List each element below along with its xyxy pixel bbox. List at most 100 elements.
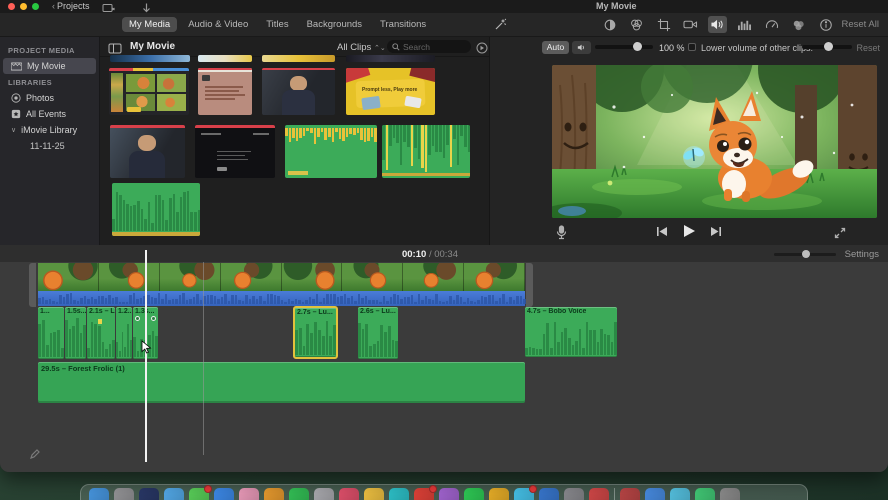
tab-titles[interactable]: Titles: [259, 17, 295, 32]
play-icon[interactable]: [682, 224, 696, 243]
dock-app-icon[interactable]: [670, 488, 690, 500]
reset-all-button[interactable]: Reset All: [842, 19, 880, 30]
media-thumb-audio[interactable]: [112, 183, 200, 236]
color-balance-icon[interactable]: [600, 16, 619, 33]
volume-reset-button[interactable]: Reset: [856, 43, 880, 53]
audio-clip[interactable]: 1.2...: [116, 307, 132, 359]
timeline-zoom-slider[interactable]: [774, 250, 836, 258]
trim-handle-left[interactable]: [29, 263, 36, 307]
audio-clip[interactable]: 2.1s – L...: [87, 307, 115, 359]
media-thumb-partial[interactable]: [110, 55, 190, 62]
noise-reduction-icon[interactable]: [735, 16, 754, 33]
media-thumb-document[interactable]: [198, 68, 252, 115]
tab-transitions[interactable]: Transitions: [373, 17, 433, 32]
filmstrip-frame: [464, 263, 525, 291]
lower-volume-checkbox[interactable]: [688, 43, 696, 51]
dock-app-icon[interactable]: [695, 488, 715, 500]
minimize-icon[interactable]: [20, 3, 27, 10]
audio-clip-selected[interactable]: 2.7s – Lu...: [293, 306, 338, 359]
background-music-clip[interactable]: 29.5s – Forest Frolic (1): [38, 362, 525, 403]
lower-volume-slider[interactable]: [802, 42, 852, 51]
dock-app-icon[interactable]: [620, 488, 640, 500]
close-icon[interactable]: [8, 3, 15, 10]
color-correction-icon[interactable]: [627, 16, 646, 33]
search-input[interactable]: [403, 41, 465, 52]
dock-app-icon[interactable]: [314, 488, 334, 500]
zoom-icon[interactable]: [32, 3, 39, 10]
trim-handle-right[interactable]: [526, 263, 533, 307]
audio-clip[interactable]: 1.5s...: [65, 307, 86, 359]
media-thumb-audio[interactable]: [382, 125, 470, 178]
sidebar-item-all-events[interactable]: All Events: [3, 106, 96, 122]
fade-handle[interactable]: [135, 316, 140, 321]
dock-app-icon[interactable]: [139, 488, 159, 500]
dock-app-icon[interactable]: [514, 485, 537, 500]
mute-button[interactable]: [572, 41, 591, 54]
volume-slider-knob[interactable]: [633, 42, 642, 51]
dock-app-icon[interactable]: [720, 488, 740, 500]
dock-app-icon[interactable]: [539, 488, 559, 500]
dock-app-icon[interactable]: [114, 488, 134, 500]
media-thumb-partial[interactable]: [198, 55, 252, 62]
timeline-zoom-knob[interactable]: [802, 250, 810, 258]
media-thumb-partial[interactable]: [346, 55, 435, 62]
autoplay-circle-icon[interactable]: [476, 41, 488, 59]
sidebar-item-event-date[interactable]: 11-11-25: [0, 138, 99, 154]
skip-back-icon[interactable]: [656, 224, 668, 242]
projects-back-button[interactable]: ‹ Projects: [52, 1, 90, 11]
auto-volume-button[interactable]: Auto: [542, 41, 569, 54]
enhance-wand-icon[interactable]: [493, 18, 507, 37]
dock-app-icon[interactable]: [264, 488, 284, 500]
edit-tool-icon[interactable]: [30, 446, 40, 464]
dock-app-icon[interactable]: [589, 488, 609, 500]
dock-app-icon[interactable]: [239, 488, 259, 500]
media-thumb-screen-recording[interactable]: [109, 68, 189, 115]
search-field[interactable]: [387, 40, 471, 53]
media-thumb-terminal[interactable]: [195, 125, 275, 178]
skip-forward-icon[interactable]: [710, 224, 722, 242]
dock-app-icon[interactable]: [89, 488, 109, 500]
dock-app-icon[interactable]: [645, 488, 665, 500]
audio-clip-bobo[interactable]: 4.7s – Bobo Voice: [525, 307, 617, 357]
tab-backgrounds[interactable]: Backgrounds: [300, 17, 369, 32]
info-icon[interactable]: [816, 16, 835, 33]
preview-viewer[interactable]: [552, 65, 877, 218]
audio-clip[interactable]: 2.6s – Lu...: [358, 307, 398, 359]
volume-icon[interactable]: [708, 16, 727, 33]
speed-icon[interactable]: [762, 16, 781, 33]
dock-app-icon[interactable]: [389, 488, 409, 500]
fade-handle[interactable]: [151, 316, 156, 321]
dock-app-icon[interactable]: [339, 488, 359, 500]
video-clip-audio-strip[interactable]: [38, 291, 526, 306]
dock-app-icon[interactable]: [364, 488, 384, 500]
tab-my-media[interactable]: My Media: [122, 17, 178, 32]
crop-icon[interactable]: [654, 16, 673, 33]
fullscreen-icon[interactable]: [834, 226, 846, 244]
timeline-settings-button[interactable]: Settings: [845, 249, 879, 260]
media-thumb-audio[interactable]: [285, 125, 377, 178]
all-clips-dropdown[interactable]: All Clips ⌃⌄: [337, 42, 386, 53]
video-clip-filmstrip[interactable]: [38, 263, 525, 291]
stabilization-icon[interactable]: [681, 16, 700, 33]
sidebar-item-photos[interactable]: Photos: [3, 90, 96, 106]
dock-app-icon[interactable]: [164, 488, 184, 500]
media-thumb-slide[interactable]: Prompt less, Play more: [346, 68, 435, 115]
audio-clip[interactable]: 1...: [38, 307, 64, 359]
dock-app-icon[interactable]: [289, 488, 309, 500]
dock-app-icon[interactable]: [214, 488, 234, 500]
sidebar-item-my-movie[interactable]: My Movie: [3, 58, 96, 74]
media-thumb-webcam[interactable]: [110, 125, 185, 178]
dock-app-icon[interactable]: [564, 488, 584, 500]
sidebar-item-imovie-library[interactable]: ∨ iMovie Library: [3, 122, 96, 138]
dock-app-icon[interactable]: [489, 488, 509, 500]
tab-audio-video[interactable]: Audio & Video: [181, 17, 255, 32]
dock-app-icon[interactable]: [414, 485, 437, 500]
volume-slider[interactable]: [595, 42, 653, 51]
media-thumb-partial[interactable]: [262, 55, 335, 62]
dock-app-icon[interactable]: [439, 488, 459, 500]
dock-app-icon[interactable]: [189, 485, 212, 500]
dock-app-icon[interactable]: [464, 488, 484, 500]
lower-volume-knob[interactable]: [824, 42, 833, 51]
filters-icon[interactable]: [789, 16, 808, 33]
media-thumb-webcam[interactable]: [262, 68, 335, 115]
